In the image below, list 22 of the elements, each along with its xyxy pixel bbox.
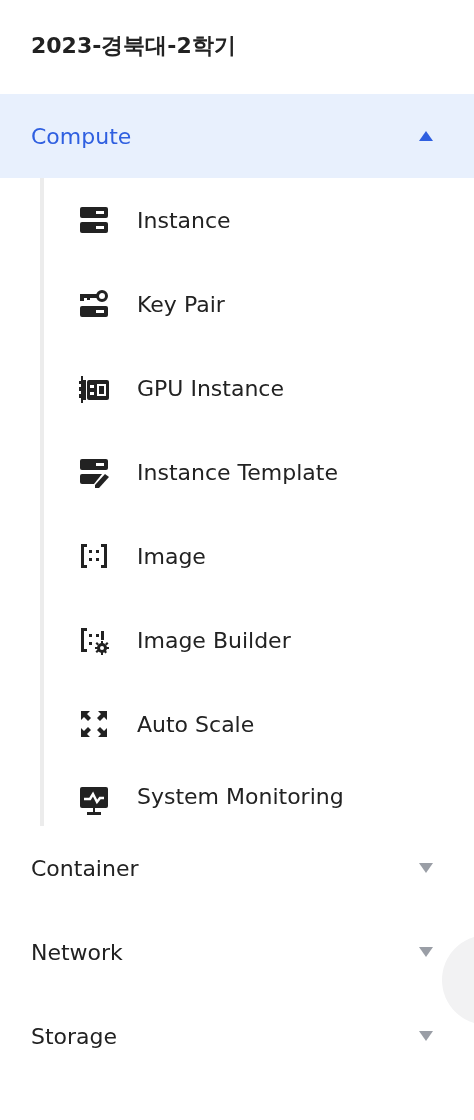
- menu-item[interactable]: Instance Template: [44, 430, 474, 514]
- menu-item[interactable]: System Monitoring: [44, 766, 474, 826]
- menu-section[interactable]: Container: [0, 826, 440, 910]
- caret-up-icon: [418, 130, 434, 142]
- server-pencil-icon: [78, 456, 110, 488]
- server-icon: [78, 204, 110, 236]
- menu-section[interactable]: Network: [0, 910, 440, 994]
- project-title: 2023-경북대-2학기: [30, 32, 237, 60]
- expand-arrows-icon: [78, 708, 110, 740]
- monitor-pulse-icon: [78, 784, 110, 816]
- key-server-icon: [78, 288, 110, 320]
- caret-down-icon: [418, 862, 434, 874]
- menu-section[interactable]: Compute: [0, 94, 474, 178]
- menu-item[interactable]: GPU Instance: [44, 346, 474, 430]
- menu-item[interactable]: Key Pair: [44, 262, 474, 346]
- menu-section[interactable]: Storage: [0, 994, 440, 1078]
- caret-down-icon: [418, 1030, 434, 1042]
- menu-item[interactable]: Instance: [44, 178, 474, 262]
- menu-item[interactable]: Image: [44, 514, 474, 598]
- caret-down-icon: [418, 946, 434, 958]
- menu-item[interactable]: Image Builder: [44, 598, 474, 682]
- menu-item[interactable]: Auto Scale: [44, 682, 474, 766]
